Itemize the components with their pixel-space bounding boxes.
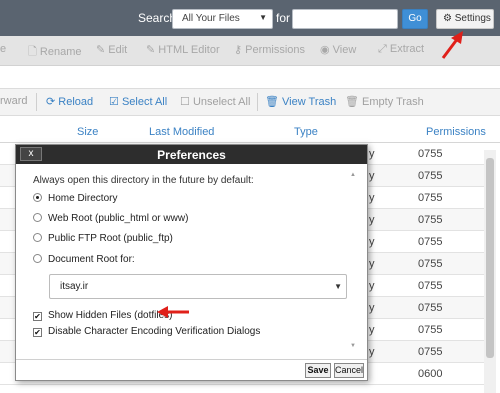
for-label: for [276, 11, 291, 25]
search-bar: Search All Your Files ▼ for Go ⚙ Setting… [0, 0, 500, 36]
action-toolbar: e 🗋 Rename ✎ Edit ✎ HTML Editor ⚷ Permis… [0, 36, 500, 66]
settings-button[interactable]: ⚙ Settings [436, 9, 494, 29]
reload-button[interactable]: ⟳ Reload [46, 95, 93, 108]
column-header-last-modified[interactable]: Last Modified [149, 126, 214, 138]
preferences-dialog: x Preferences Always open this directory… [15, 144, 368, 381]
trash-icon: 🗑 [345, 96, 359, 108]
extract-icon: ⤢ [378, 43, 387, 55]
rename-button[interactable]: 🗋 Rename [28, 43, 82, 62]
trash-icon: 🗑 [265, 96, 279, 108]
empty-checkbox-icon: ☐ [180, 96, 190, 108]
radio-selected-icon[interactable] [33, 193, 42, 202]
view-button[interactable]: ◉ View [320, 43, 356, 56]
option-home-directory[interactable]: Home Directory [33, 193, 117, 204]
radio-icon[interactable] [33, 254, 42, 263]
key-icon: ⚷ [234, 44, 243, 56]
html-editor-button[interactable]: ✎ HTML Editor [146, 43, 220, 56]
dialog-title: Preferences [157, 148, 226, 162]
scroll-up-icon[interactable]: ▲ [350, 172, 356, 178]
option-web-root[interactable]: Web Root (public_html or www) [33, 213, 188, 224]
radio-icon[interactable] [33, 213, 42, 222]
unselect-all-button[interactable]: ☐ Unselect All [180, 95, 250, 108]
default-directory-prompt: Always open this directory in the future… [33, 175, 254, 186]
chevron-down-icon: ▼ [334, 282, 342, 291]
option-document-root[interactable]: Document Root for: [33, 254, 135, 265]
edit-button[interactable]: ✎ Edit [96, 43, 127, 56]
scroll-down-icon[interactable]: ▼ [350, 343, 356, 349]
document-root-select[interactable]: itsay.ir ▼ [49, 274, 347, 299]
action-delete-partial[interactable]: e [0, 43, 6, 55]
checkbox-checked-icon[interactable]: ✔ [33, 312, 42, 321]
search-scope-select[interactable]: All Your Files ▼ [172, 9, 273, 29]
toolbar-divider [257, 93, 258, 111]
radio-icon[interactable] [33, 233, 42, 242]
pencil-icon: ✎ [96, 44, 106, 56]
view-trash-button[interactable]: 🗑 View Trash [265, 95, 336, 108]
go-button[interactable]: Go [402, 9, 428, 29]
document-root-value: itsay.ir [60, 281, 89, 292]
permissions-button[interactable]: ⚷ Permissions [234, 43, 305, 56]
dialog-scrollbar[interactable]: ▲ ▼ [349, 172, 358, 352]
checkbox-checked-icon[interactable]: ✔ [33, 328, 42, 337]
html-editor-icon: ✎ [146, 44, 156, 56]
extract-button[interactable]: ⤢ Extract [378, 43, 424, 56]
dialog-titlebar: x Preferences [16, 145, 367, 164]
forward-button[interactable]: rward [0, 95, 28, 107]
column-header-size[interactable]: Size [77, 126, 98, 138]
gear-icon: ⚙ [443, 13, 452, 24]
empty-trash-button[interactable]: 🗑 Empty Trash [345, 95, 424, 108]
table-scrollbar[interactable] [484, 150, 496, 393]
cancel-button[interactable]: Cancel [334, 363, 364, 378]
search-input[interactable] [292, 9, 398, 29]
toolbar-divider [36, 93, 37, 111]
option-public-ftp-root[interactable]: Public FTP Root (public_ftp) [33, 233, 173, 244]
reload-icon: ⟳ [46, 96, 56, 108]
checkbox-icon: ☑ [109, 96, 119, 108]
scrollbar-thumb[interactable] [486, 158, 494, 358]
save-button[interactable]: Save [305, 363, 331, 378]
file-icon: 🗋 [28, 46, 37, 58]
settings-label: Settings [454, 13, 491, 24]
chevron-down-icon: ▼ [259, 13, 267, 22]
show-hidden-files-option[interactable]: ✔ Show Hidden Files (dotfiles) [33, 310, 173, 321]
eye-icon: ◉ [320, 44, 330, 56]
column-header-permissions[interactable]: Permissions [426, 126, 486, 138]
dialog-body: Always open this directory in the future… [16, 164, 367, 360]
column-header-type[interactable]: Type [294, 126, 318, 138]
disable-encoding-verification-option[interactable]: ✔ Disable Character Encoding Verification… [33, 326, 260, 337]
select-all-button[interactable]: ☑ Select All [109, 95, 167, 108]
nav-toolbar: rward ⟳ Reload ☑ Select All ☐ Unselect A… [0, 88, 500, 116]
search-label: Search [138, 11, 177, 25]
search-scope-value: All Your Files [182, 13, 240, 24]
